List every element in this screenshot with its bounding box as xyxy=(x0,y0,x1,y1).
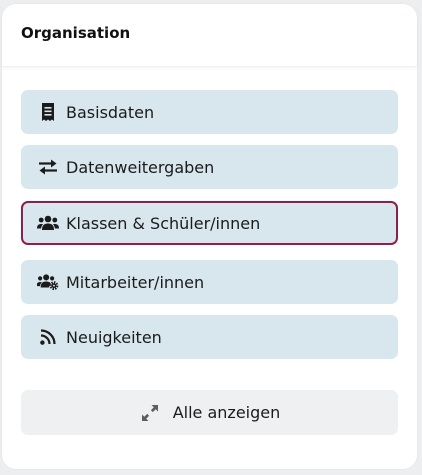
nav-item-datenweitergaben[interactable]: Datenweitergaben xyxy=(21,145,398,189)
nav-item-klassen-schueler[interactable]: Klassen & Schüler/innen xyxy=(21,201,398,245)
nav-item-neuigkeiten[interactable]: Neuigkeiten xyxy=(21,315,398,359)
document-list-icon xyxy=(37,102,59,122)
users-group-icon xyxy=(37,213,59,233)
nav-item-label: Basisdaten xyxy=(66,102,155,122)
nav-item-label: Neuigkeiten xyxy=(66,327,162,347)
nav-item-label: Mitarbeiter/innen xyxy=(66,272,205,292)
users-gear-icon xyxy=(37,272,59,292)
exchange-arrows-icon xyxy=(37,157,59,177)
show-all-button[interactable]: Alle anzeigen xyxy=(21,390,398,435)
nav-item-basisdaten[interactable]: Basisdaten xyxy=(21,90,398,134)
nav-item-label: Datenweitergaben xyxy=(66,157,215,177)
panel-header: Organisation xyxy=(2,4,417,67)
show-all-label: Alle anzeigen xyxy=(172,403,281,422)
organisation-panel: Organisation Basisdaten Datenweitergaben xyxy=(2,4,417,469)
expand-arrows-icon xyxy=(139,403,161,423)
rss-feed-icon xyxy=(37,327,59,347)
panel-title: Organisation xyxy=(21,24,131,42)
nav-item-mitarbeiter[interactable]: Mitarbeiter/innen xyxy=(21,260,398,304)
nav-item-label: Klassen & Schüler/innen xyxy=(66,213,261,233)
